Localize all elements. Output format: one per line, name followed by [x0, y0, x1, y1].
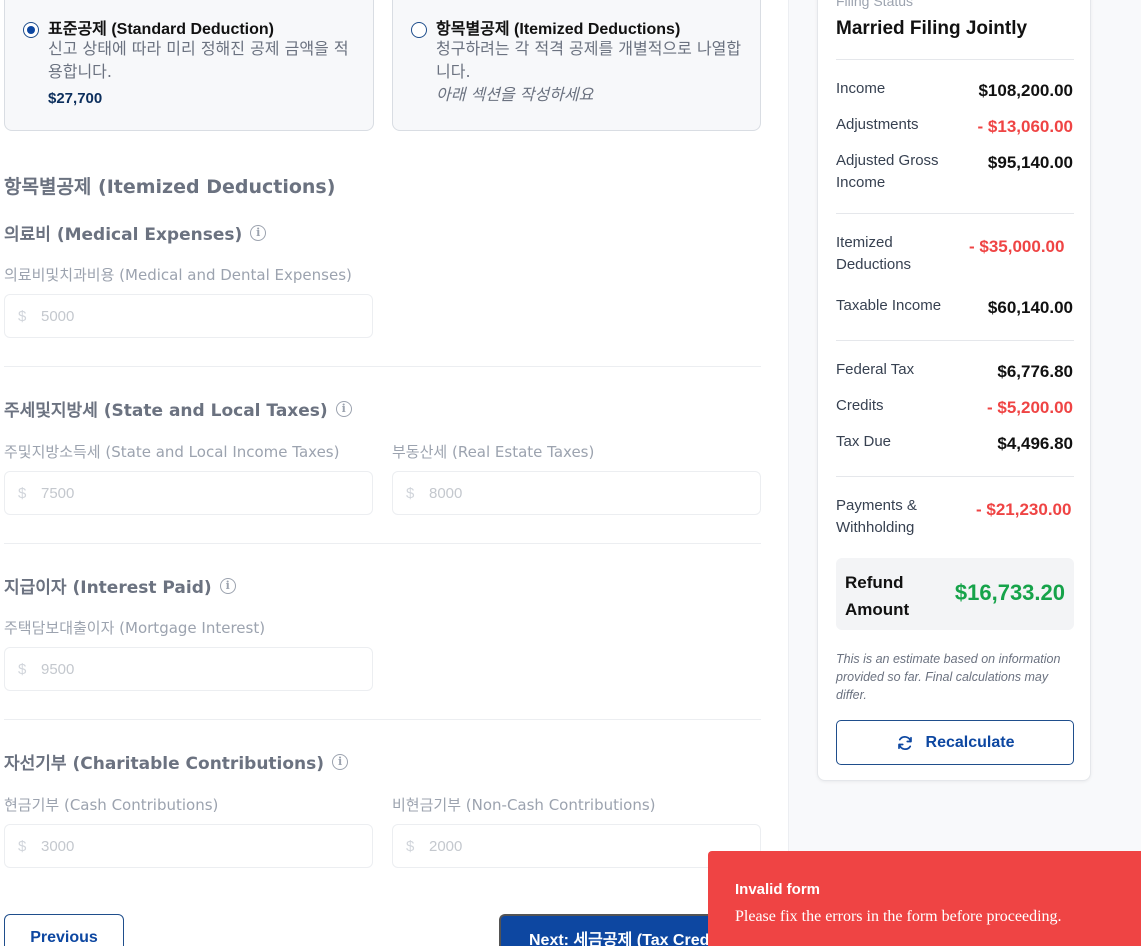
- standard-deduction-radio[interactable]: [23, 22, 39, 38]
- medical-expenses-title-text: 의료비 (Medical Expenses): [4, 225, 243, 245]
- interest-paid-title: 지급이자 (Interest Paid) i: [4, 573, 236, 598]
- refund-amount-box: Refund Amount $16,733.20: [836, 558, 1074, 630]
- currency-prefix: $: [406, 485, 415, 502]
- info-icon[interactable]: i: [250, 224, 267, 241]
- currency-prefix: $: [18, 485, 27, 502]
- toast-message: Please fix the errors in the form before…: [735, 908, 1062, 925]
- itemized-deduction-note: 아래 섹션을 작성하세요: [436, 85, 594, 104]
- section-divider: [4, 543, 761, 544]
- state-local-taxes-title: 주세및지방세 (State and Local Taxes) i: [4, 396, 352, 421]
- error-toast[interactable]: Invalid form Please fix the errors in th…: [708, 851, 1141, 946]
- standard-deduction-title: 표준공제 (Standard Deduction): [48, 21, 274, 38]
- federal-tax-value: $6,776.80: [997, 362, 1073, 381]
- state-income-tax-field[interactable]: $: [4, 471, 373, 515]
- estimate-disclaimer: This is an estimate based on information…: [836, 652, 1061, 702]
- real-estate-tax-input[interactable]: [429, 472, 749, 514]
- tax-summary-card: Filing Status Married Filing Jointly Inc…: [817, 0, 1091, 781]
- previous-button[interactable]: Previous: [4, 914, 124, 946]
- payments-withholding-label: Payments & Withholding: [836, 497, 917, 536]
- standard-deduction-amount: $27,700: [48, 90, 103, 107]
- noncash-contributions-field[interactable]: $: [392, 824, 761, 868]
- summary-divider: [836, 59, 1074, 60]
- currency-prefix: $: [18, 838, 27, 855]
- medical-dental-label: 의료비및치과비용 (Medical and Dental Expenses): [4, 266, 352, 284]
- summary-divider: [836, 476, 1074, 477]
- income-value: $108,200.00: [978, 81, 1073, 100]
- refund-amount-label: Refund Amount: [845, 573, 910, 619]
- currency-prefix: $: [406, 838, 415, 855]
- mortgage-interest-field[interactable]: $: [4, 647, 373, 691]
- interest-paid-title-text: 지급이자 (Interest Paid): [4, 578, 212, 598]
- recalculate-button[interactable]: Recalculate: [836, 720, 1074, 765]
- filing-status-label: Filing Status: [836, 0, 914, 9]
- tax-due-value: $4,496.80: [997, 434, 1073, 453]
- payments-withholding-value: - $21,230.00: [976, 500, 1072, 519]
- medical-dental-input[interactable]: [41, 295, 361, 337]
- real-estate-tax-label: 부동산세 (Real Estate Taxes): [392, 443, 595, 461]
- standard-deduction-description: 신고 상태에 따라 미리 정해진 공제 금액을 적용합니다.: [48, 39, 349, 81]
- itemized-deductions-label: Itemized Deductions: [836, 234, 912, 273]
- real-estate-tax-field[interactable]: $: [392, 471, 761, 515]
- medical-dental-field[interactable]: $: [4, 294, 373, 338]
- cash-contributions-label: 현금기부 (Cash Contributions): [4, 796, 219, 814]
- itemized-deduction-title: 항목별공제 (Itemized Deductions): [436, 21, 681, 38]
- deduction-form: 표준공제 (Standard Deduction) 신고 상태에 따라 미리 정…: [0, 0, 788, 946]
- charitable-contributions-title-text: 자선기부 (Charitable Contributions): [4, 754, 325, 774]
- section-divider: [4, 366, 761, 367]
- tax-due-label: Tax Due: [836, 433, 892, 450]
- recalculate-label: Recalculate: [925, 733, 1015, 751]
- cash-contributions-field[interactable]: $: [4, 824, 373, 868]
- itemized-deduction-option[interactable]: 항목별공제 (Itemized Deductions) 청구하려는 각 적격 공…: [392, 0, 761, 131]
- filing-status-value: Married Filing Jointly: [836, 18, 1028, 39]
- cash-contributions-input[interactable]: [41, 825, 361, 867]
- summary-divider: [836, 340, 1074, 341]
- credits-value: - $5,200.00: [986, 398, 1073, 417]
- itemized-deduction-description: 청구하려는 각 적격 공제를 개별적으로 나열합니다.: [436, 39, 742, 81]
- state-income-tax-input[interactable]: [41, 472, 361, 514]
- itemized-deduction-radio[interactable]: [411, 22, 427, 38]
- standard-deduction-option[interactable]: 표준공제 (Standard Deduction) 신고 상태에 따라 미리 정…: [4, 0, 374, 131]
- refresh-icon: [897, 735, 912, 750]
- mortgage-interest-input[interactable]: [41, 648, 361, 690]
- agi-value: $95,140.00: [987, 153, 1073, 172]
- credits-label: Credits: [836, 397, 884, 414]
- summary-divider: [836, 213, 1074, 214]
- noncash-contributions-input[interactable]: [429, 825, 749, 867]
- itemized-deductions-value: - $35,000.00: [969, 237, 1065, 256]
- itemized-section-heading: 항목별공제 (Itemized Deductions): [4, 176, 336, 198]
- adjustments-value: - $13,060.00: [977, 117, 1073, 136]
- state-income-tax-label: 주및지방소득세 (State and Local Income Taxes): [4, 443, 340, 461]
- info-icon[interactable]: i: [219, 577, 236, 594]
- noncash-contributions-label: 비현금기부 (Non-Cash Contributions): [392, 796, 656, 814]
- info-icon[interactable]: i: [335, 400, 352, 417]
- taxable-income-label: Taxable Income: [836, 297, 942, 314]
- income-label: Income: [836, 80, 886, 97]
- info-icon[interactable]: i: [332, 753, 349, 770]
- currency-prefix: $: [18, 308, 27, 325]
- currency-prefix: $: [18, 661, 27, 678]
- state-local-taxes-title-text: 주세및지방세 (State and Local Taxes): [4, 401, 328, 421]
- adjustments-label: Adjustments: [836, 116, 919, 133]
- section-divider: [4, 719, 761, 720]
- charitable-contributions-title: 자선기부 (Charitable Contributions) i: [4, 749, 349, 774]
- mortgage-interest-label: 주택담보대출이자 (Mortgage Interest): [4, 619, 266, 637]
- taxable-income-value: $60,140.00: [987, 298, 1073, 317]
- agi-label: Adjusted Gross Income: [836, 152, 939, 191]
- medical-expenses-title: 의료비 (Medical Expenses) i: [4, 220, 267, 245]
- toast-title: Invalid form: [735, 881, 821, 898]
- refund-amount-value: $16,733.20: [954, 580, 1065, 605]
- federal-tax-label: Federal Tax: [836, 361, 915, 378]
